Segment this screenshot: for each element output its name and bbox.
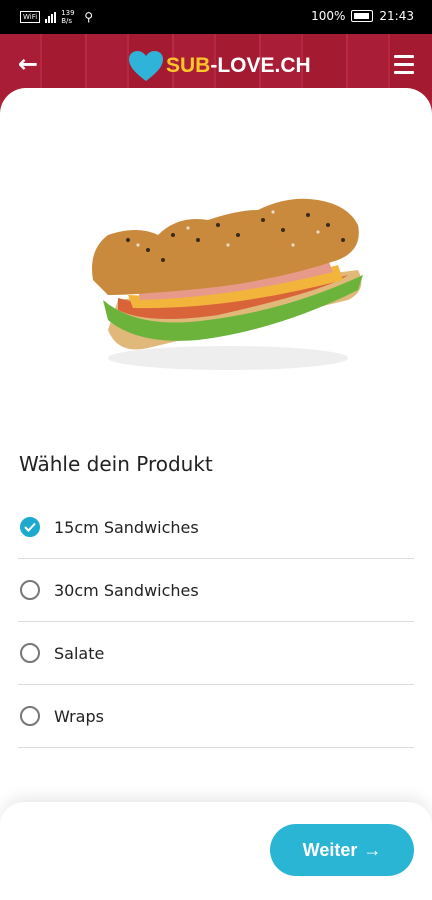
status-bar: WiFi 139 B/s ⚲ 100% 21:43 <box>0 0 432 34</box>
hamburger-menu-icon[interactable] <box>390 50 418 78</box>
sandwich-image <box>92 198 363 370</box>
heart-icon <box>129 51 163 81</box>
back-arrow-icon[interactable]: ← <box>14 50 42 78</box>
logo[interactable]: SUB-LOVE.CH <box>128 50 311 82</box>
page-title: Wähle dein Produkt <box>19 452 213 476</box>
clock: 21:43 <box>379 9 414 23</box>
wifi-icon: WiFi <box>20 11 41 23</box>
option-30cm-sandwiches[interactable]: 30cm Sandwiches <box>18 559 414 622</box>
arrow-right-icon: → <box>363 839 382 860</box>
main-card: Wähle dein Produkt 15cm Sandwiches 30cm … <box>0 88 432 900</box>
logo-text: SUB-LOVE.CH <box>166 54 311 77</box>
option-salate[interactable]: Salate <box>18 622 414 685</box>
battery-icon <box>351 10 374 22</box>
status-left: WiFi 139 B/s ⚲ <box>20 9 93 25</box>
radio-checked-icon[interactable] <box>20 517 40 537</box>
product-options: 15cm Sandwiches 30cm Sandwiches Salate W… <box>18 496 414 748</box>
option-label: 30cm Sandwiches <box>54 580 199 600</box>
next-button[interactable]: Weiter → <box>270 824 414 876</box>
network-speed: 139 B/s <box>61 9 75 25</box>
battery-percent: 100% <box>311 9 346 23</box>
signal-icon <box>45 11 57 23</box>
option-label: Wraps <box>54 706 104 726</box>
option-label: Salate <box>54 643 105 663</box>
usb-icon: ⚲ <box>84 10 93 24</box>
status-right: 100% 21:43 <box>311 9 414 23</box>
option-15cm-sandwiches[interactable]: 15cm Sandwiches <box>18 496 414 559</box>
next-button-label: Weiter <box>302 839 358 860</box>
radio-unchecked-icon[interactable] <box>20 706 40 726</box>
radio-unchecked-icon[interactable] <box>20 643 40 663</box>
radio-unchecked-icon[interactable] <box>20 580 40 600</box>
option-wraps[interactable]: Wraps <box>18 685 414 748</box>
option-label: 15cm Sandwiches <box>54 517 199 537</box>
bottom-bar: Weiter → <box>0 802 432 900</box>
